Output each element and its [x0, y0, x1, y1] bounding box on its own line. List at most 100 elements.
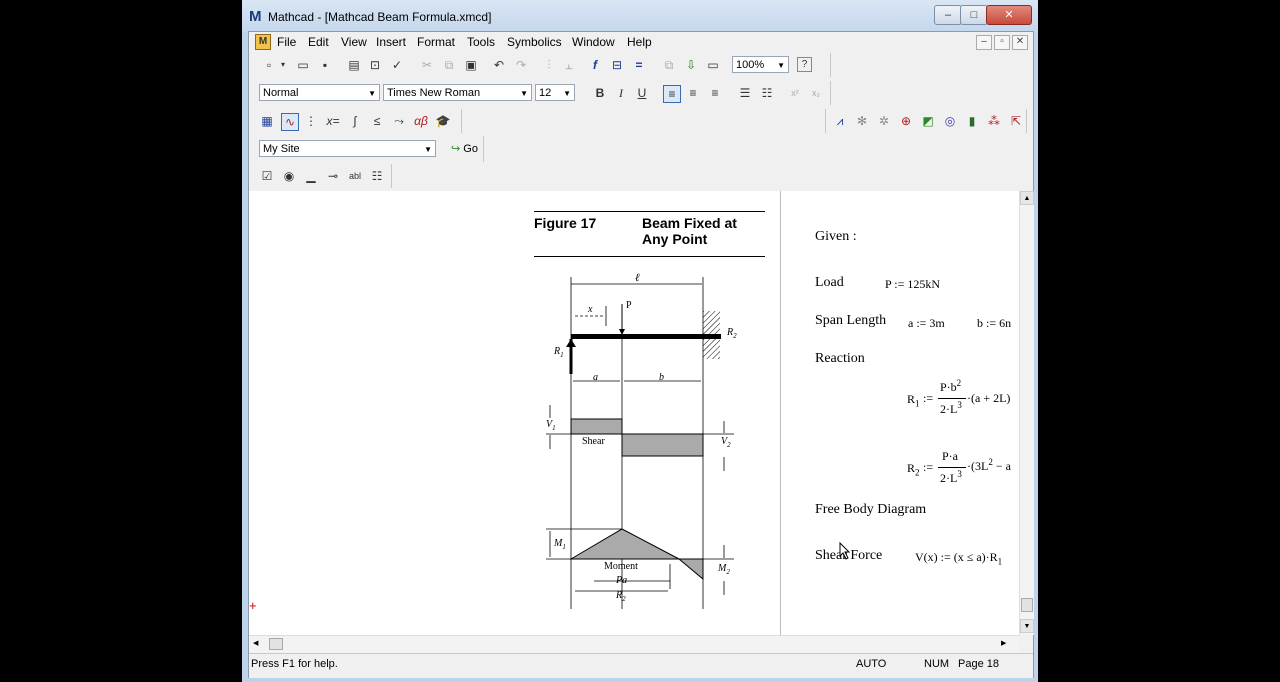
vertical-scrollbar[interactable]: ▲ ▼: [1019, 191, 1034, 635]
scroll-up-arrow-icon[interactable]: ▲: [1020, 191, 1034, 205]
menu-file[interactable]: File: [277, 35, 296, 49]
align-center-icon[interactable]: ≡: [685, 85, 701, 101]
calculus-icon[interactable]: ∫: [347, 113, 363, 129]
menu-insert[interactable]: Insert: [376, 35, 406, 49]
r1-den-text: 2·L: [940, 402, 958, 416]
window-icon[interactable]: ▭: [705, 57, 721, 73]
horizontal-scroll-thumb[interactable]: [269, 638, 283, 650]
given-label[interactable]: Given :: [815, 229, 857, 245]
push-button-control-icon[interactable]: ▁: [303, 168, 319, 184]
scroll-right-arrow-icon[interactable]: ▶: [1001, 639, 1006, 647]
evaluation-icon[interactable]: x=: [325, 113, 341, 129]
calculate-icon[interactable]: =: [631, 57, 647, 73]
menu-edit[interactable]: Edit: [308, 35, 329, 49]
scroll-down-arrow-icon[interactable]: ▼: [1020, 619, 1034, 633]
go-button[interactable]: ↪ Go: [451, 142, 478, 155]
r1-formula[interactable]: R1 := P·b2 2·L3 ·(a + 2L): [907, 374, 1013, 424]
bullet-list-icon[interactable]: ☰: [737, 85, 753, 101]
maximize-button[interactable]: □: [960, 5, 988, 25]
calculator-icon[interactable]: ▦: [259, 113, 275, 129]
free-body-diagram-label[interactable]: Free Body Diagram: [815, 502, 926, 518]
doc-close-button[interactable]: ✕: [1012, 35, 1028, 50]
span-a-expression[interactable]: a := 3m: [908, 316, 945, 331]
r2-formula[interactable]: R2 := P·a 2·L3 ·(3L2 − a: [907, 443, 1013, 493]
doc-minimize-button[interactable]: –: [976, 35, 992, 50]
numbered-list-icon[interactable]: ☷: [759, 85, 775, 101]
copy-icon[interactable]: ⧉: [441, 57, 457, 73]
insert-component-icon[interactable]: ⧉: [661, 57, 677, 73]
menu-format[interactable]: Format: [417, 35, 455, 49]
open-icon[interactable]: ▭: [295, 57, 311, 73]
zoom-plot-icon[interactable]: ✲: [876, 113, 892, 129]
italic-button[interactable]: I: [613, 85, 629, 101]
checkbox-control-icon[interactable]: ☑: [259, 168, 275, 184]
span-length-label[interactable]: Span Length: [815, 313, 886, 329]
align-right-icon[interactable]: ≡: [707, 85, 723, 101]
surface-plot-icon[interactable]: ◩: [920, 113, 936, 129]
underline-button[interactable]: U: [634, 85, 650, 101]
slider-control-icon[interactable]: ⊸: [325, 168, 341, 184]
print-icon[interactable]: ▤: [346, 57, 362, 73]
undo-icon[interactable]: ↶: [491, 57, 507, 73]
symbolic-icon[interactable]: 🎓: [435, 113, 451, 129]
vertical-scroll-thumb[interactable]: [1021, 598, 1033, 612]
superscript-icon[interactable]: x²: [787, 85, 803, 101]
greek-icon[interactable]: αβ: [413, 113, 429, 129]
insert-unit-icon[interactable]: ⊟: [609, 57, 625, 73]
document-icon[interactable]: M: [255, 34, 271, 50]
scroll-left-arrow-icon[interactable]: ◀: [253, 639, 258, 647]
matrix-icon[interactable]: ⋮: [303, 113, 319, 129]
listbox-control-icon[interactable]: ☷: [369, 168, 385, 184]
shear-force-expression[interactable]: V(x) := (x ≤ a)·R1: [915, 550, 1013, 566]
font-select[interactable]: Times New Roman ▼: [383, 84, 532, 101]
minimize-button[interactable]: –: [934, 5, 962, 25]
boolean-icon[interactable]: ≤: [369, 113, 385, 129]
globe-plot-icon[interactable]: ⊕: [898, 113, 914, 129]
site-select[interactable]: My Site ▼: [259, 140, 436, 157]
close-button[interactable]: ✕: [986, 5, 1032, 25]
paste-icon[interactable]: ▣: [463, 57, 479, 73]
align-down-icon[interactable]: ⫠: [561, 57, 577, 73]
polar-plot-icon[interactable]: ✻: [854, 113, 870, 129]
subscript-icon[interactable]: x₂: [808, 85, 824, 101]
menu-symbolics[interactable]: Symbolics: [507, 35, 562, 49]
graph-toolbar-icon[interactable]: ∿: [281, 113, 299, 131]
r1-numerator: P·b2: [940, 378, 961, 395]
r1-denominator: 2·L3: [940, 400, 962, 417]
radio-control-icon[interactable]: ◉: [281, 168, 297, 184]
align-top-icon[interactable]: ⫶: [541, 57, 557, 73]
zoom-select[interactable]: 100% ▼: [732, 56, 789, 73]
worksheet[interactable]: + Figure 17 Beam Fixed at Any Point ℓ x …: [249, 191, 1019, 635]
load-label[interactable]: Load: [815, 275, 844, 291]
reaction-label[interactable]: Reaction: [815, 351, 865, 367]
span-b-expression[interactable]: b := 6n: [977, 316, 1013, 331]
insert-function-icon[interactable]: f: [587, 57, 603, 73]
redo-icon[interactable]: ↷: [513, 57, 529, 73]
resource-center-icon[interactable]: ⇩: [683, 57, 699, 73]
bar-plot-icon[interactable]: ▮: [964, 113, 980, 129]
spell-check-icon[interactable]: ✓: [389, 57, 405, 73]
xy-plot-icon[interactable]: ⩘: [832, 113, 848, 129]
cut-icon[interactable]: ✂: [419, 57, 435, 73]
vector-plot-icon[interactable]: ⇱: [1008, 113, 1024, 129]
textbox-control-icon[interactable]: abl: [347, 168, 363, 184]
menu-view[interactable]: View: [341, 35, 367, 49]
bold-button[interactable]: B: [592, 85, 608, 101]
align-left-icon[interactable]: ≡: [663, 85, 681, 103]
load-expression[interactable]: P := 125kN: [885, 277, 940, 292]
doc-restore-button[interactable]: ▫: [994, 35, 1010, 50]
menu-tools[interactable]: Tools: [467, 35, 495, 49]
style-select[interactable]: Normal ▼: [259, 84, 380, 101]
menu-help[interactable]: Help: [627, 35, 652, 49]
print-preview-icon[interactable]: ⊡: [367, 57, 383, 73]
horizontal-scrollbar[interactable]: ◀ ▶: [249, 635, 1019, 653]
help-icon[interactable]: ?: [797, 57, 812, 72]
contour-plot-icon[interactable]: ◎: [942, 113, 958, 129]
programming-icon[interactable]: ⤳: [391, 113, 407, 129]
font-size-select[interactable]: 12 ▼: [535, 84, 575, 101]
menu-window[interactable]: Window: [572, 35, 615, 49]
save-icon[interactable]: ▪: [317, 57, 333, 73]
new-dropdown-icon[interactable]: ▾: [275, 57, 291, 73]
r1-lhs-text: R: [907, 392, 916, 406]
scatter-plot-icon[interactable]: ⁂: [986, 113, 1002, 129]
